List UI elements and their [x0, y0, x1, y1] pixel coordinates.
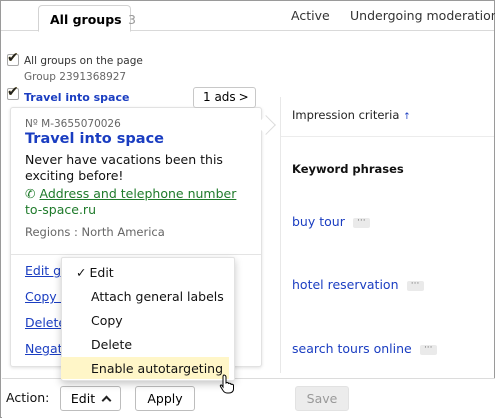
divider [281, 136, 494, 137]
chevron-up-icon [101, 395, 112, 406]
select-all-label: All groups on the page [24, 55, 143, 67]
hand-cursor-icon [219, 374, 234, 394]
more-options-icon[interactable]: ··· [406, 279, 424, 291]
impression-criteria-header[interactable]: Impression criteria ↑ [292, 108, 411, 122]
keyword-phrase-link[interactable]: buy tour [292, 214, 345, 229]
action-label: Action: [6, 390, 50, 405]
ad-domain: to-space.ru [25, 202, 96, 217]
group-checkbox[interactable]: ✔ [7, 84, 19, 100]
apply-button[interactable]: Apply [135, 386, 195, 411]
tab-all-groups-count: 3 [127, 12, 136, 27]
checkmark-icon: ✔ [7, 84, 19, 100]
ad-text: Never have vacations been this exciting … [25, 152, 225, 184]
select-all-checkbox[interactable]: ✔ [7, 50, 19, 66]
more-options-icon[interactable]: ··· [352, 216, 370, 228]
save-button[interactable]: Save [295, 386, 349, 411]
checkmark-icon: ✔ [7, 50, 19, 66]
chevron-right-icon: > [238, 90, 249, 104]
tab-all-groups-label: All groups [50, 12, 122, 27]
phone-icon: ✆ [25, 186, 36, 201]
ad-regions: Regions : North America [25, 225, 165, 239]
keyword-phrase-row: hotel reservation ··· [292, 277, 424, 292]
keyword-phrase-row: buy tour ··· [292, 214, 370, 229]
keyword-phrase-link[interactable]: hotel reservation [292, 277, 399, 292]
action-select-button[interactable]: Edit [60, 386, 121, 411]
group-id: Group 2391368927 [24, 71, 127, 83]
menu-item-delete[interactable]: Delete [63, 333, 233, 355]
ad-text-line: exciting before! [25, 168, 124, 183]
impression-criteria-label: Impression criteria [292, 108, 400, 122]
app-frame: All groups 3 Active Undergoing moderatio… [0, 0, 495, 418]
negative-keywords-link[interactable]: Negat [25, 341, 63, 356]
sort-arrow-icon: ↑ [403, 112, 411, 122]
tab-undergoing-moderation[interactable]: Undergoing moderation [350, 8, 495, 23]
ads-count-label: 1 ads [203, 90, 236, 104]
menu-item-copy[interactable]: Copy [63, 309, 233, 331]
ads-count-button[interactable]: 1 ads > [193, 87, 256, 108]
menu-item-enable-autotargeting[interactable]: Enable autotargeting [61, 357, 229, 379]
keyword-phrase-link[interactable]: search tours online [292, 341, 412, 356]
delete-group-link[interactable]: Delete [25, 315, 66, 330]
tab-bar: All groups 3 Active Undergoing moderatio… [1, 1, 495, 32]
menu-item-attach-labels[interactable]: Attach general labels [63, 285, 233, 307]
checkmark-icon: ✓ [76, 265, 87, 280]
criteria-panel [280, 97, 494, 373]
tab-all-groups[interactable]: All groups 3 [38, 5, 136, 32]
keyword-phrases-header: Keyword phrases [292, 162, 404, 176]
contact-link[interactable]: ✆ Address and telephone number [25, 186, 236, 201]
action-dropdown-menu: ✓ Edit Attach general labels Copy Delete … [61, 257, 235, 381]
menu-item-label: Edit [89, 265, 114, 280]
keyword-phrase-row: search tours online ··· [292, 341, 437, 356]
group-name-link[interactable]: Travel into space [24, 91, 129, 104]
divider [11, 254, 261, 255]
contact-link-label: Address and telephone number [39, 186, 237, 201]
ad-title-link[interactable]: Travel into space [25, 131, 164, 147]
ad-number: Nº M-3655070026 [25, 118, 121, 130]
menu-item-edit[interactable]: ✓ Edit [63, 261, 233, 283]
tab-active[interactable]: Active [291, 8, 330, 23]
ad-text-line: Never have vacations been this [25, 152, 223, 167]
action-select-label: Edit [70, 391, 96, 406]
more-options-icon[interactable]: ··· [419, 343, 437, 355]
